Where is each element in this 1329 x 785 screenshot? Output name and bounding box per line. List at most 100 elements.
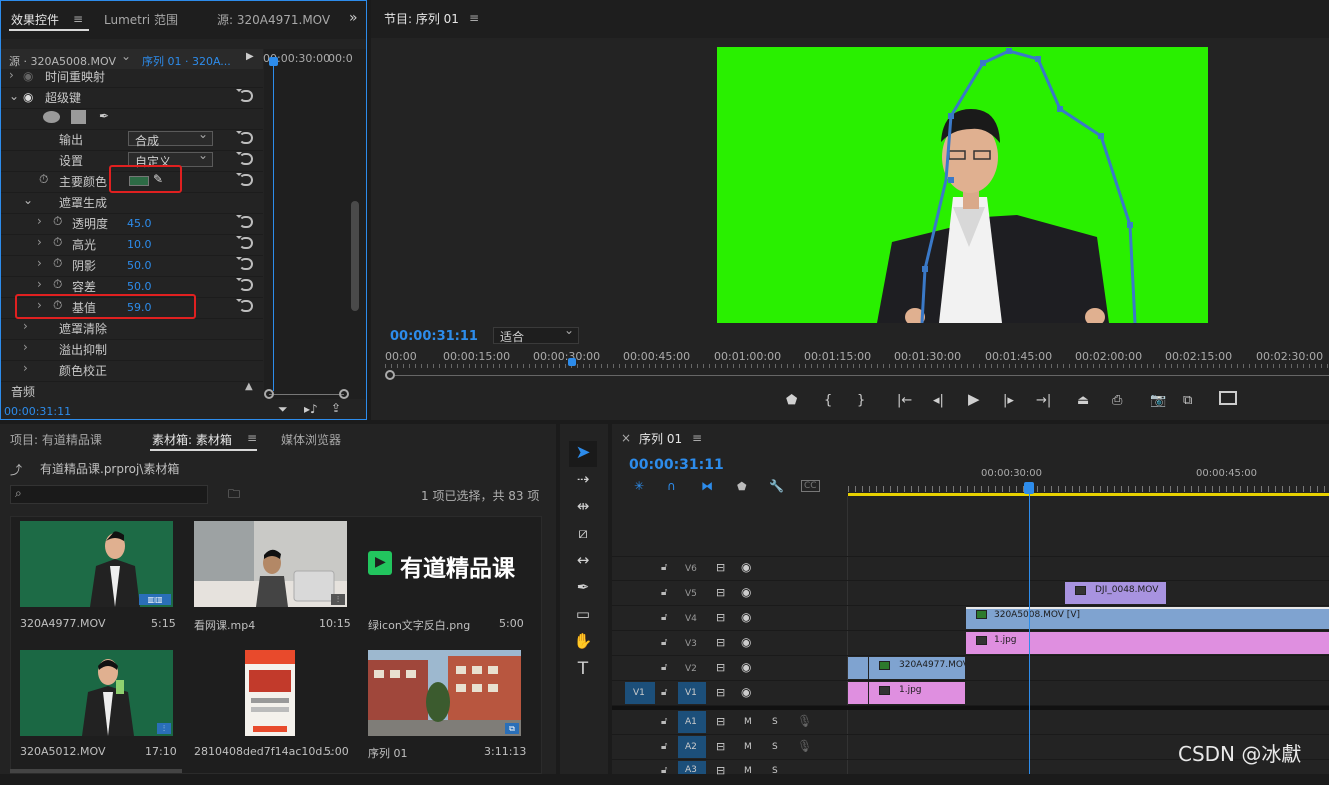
row-shadow[interactable]: › ⏱ 阴影 50.0 [1, 256, 263, 277]
pen-mask-icon[interactable]: ✒ [99, 109, 109, 123]
program-zoom-handle[interactable] [385, 370, 395, 380]
solo-button[interactable]: S [772, 766, 778, 776]
eye-icon[interactable]: ◉ [741, 660, 751, 674]
effect-controls-scrollbar[interactable] [351, 201, 359, 311]
export-icon[interactable]: ⇪ [331, 401, 341, 415]
program-timecode[interactable]: 00:00:31:11 [390, 329, 478, 344]
tab-source-monitor[interactable]: 源: 320A4971.MOV [217, 11, 330, 28]
clip-v5[interactable]: DJI_0048.MOV [1065, 582, 1166, 604]
panel-menu-icon[interactable]: ≡ [247, 431, 257, 445]
eye-icon[interactable]: ◉ [741, 585, 751, 599]
lock-icon[interactable]: 🔓︎ [661, 637, 667, 648]
program-video-frame[interactable] [717, 47, 1208, 323]
sync-lock-icon[interactable]: ⊟ [716, 611, 725, 624]
mute-button[interactable]: M [744, 742, 752, 752]
lock-icon[interactable]: 🔓︎ [661, 562, 667, 573]
row-matte-generation[interactable]: ⌄ 遮罩生成 [1, 193, 263, 214]
sync-lock-icon[interactable]: ⊟ [716, 740, 725, 753]
razor-tool-icon[interactable]: ⧄ [570, 524, 596, 548]
rectangle-mask-icon[interactable] [71, 110, 86, 124]
search-input[interactable]: ⌕ [10, 485, 208, 504]
filter-icon[interactable]: ⏷ [278, 402, 288, 417]
reset-icon[interactable] [236, 278, 253, 291]
captions-icon[interactable]: CC [801, 480, 820, 492]
sync-lock-icon[interactable]: ⊟ [716, 661, 725, 674]
add-marker-icon[interactable]: ⬟ [737, 480, 747, 493]
sync-lock-icon[interactable]: ⊟ [716, 715, 725, 728]
hand-tool-icon[interactable]: ✋ [570, 632, 596, 656]
step-back-icon[interactable]: ◂| [933, 393, 944, 408]
thumb-item[interactable]: ⫶ [194, 521, 347, 607]
zoom-handle-right[interactable] [339, 389, 349, 399]
fit-select[interactable]: 适合 [493, 323, 579, 344]
eye-icon[interactable]: ◉ [741, 560, 751, 574]
rectangle-tool-icon[interactable]: ▭ [570, 605, 596, 629]
mini-playhead[interactable] [273, 59, 274, 391]
effect-controls-timecode[interactable]: 00:00:31:11 [4, 405, 71, 418]
slip-tool-icon[interactable]: ↔ [570, 551, 596, 575]
chevron-right-icon[interactable]: › [37, 214, 42, 228]
wrench-icon[interactable]: 🔧 [769, 479, 784, 493]
zoom-slider[interactable] [269, 394, 344, 395]
row-audio[interactable]: 音频 ▲ [1, 381, 263, 403]
thumb-item[interactable]: ▶ 有道精品课 [368, 521, 521, 607]
timeline-playhead[interactable] [1029, 490, 1030, 774]
eye-icon[interactable]: ◉ [741, 610, 751, 624]
reset-icon[interactable] [236, 236, 253, 249]
lock-icon[interactable]: 🔓︎ [661, 687, 667, 698]
mark-out-icon[interactable]: } [857, 393, 865, 408]
microphone-icon[interactable]: 🎙︎ [797, 739, 812, 753]
transparency-value[interactable]: 45.0 [127, 217, 152, 230]
audio-play-icon[interactable]: ▸♪ [304, 402, 318, 416]
stopwatch-icon[interactable]: ⏱ [53, 214, 62, 229]
row-ultra-key[interactable]: ⌄ ◉ 超级键 [1, 88, 263, 109]
sync-lock-icon[interactable]: ⊟ [716, 586, 725, 599]
tab-effect-controls[interactable]: 效果控件 [11, 11, 59, 28]
overflow-tabs-icon[interactable]: » [349, 10, 358, 26]
new-bin-icon[interactable]: 🗀 [228, 485, 240, 506]
row-matte-cleanup[interactable]: › 遮罩清除 [1, 319, 263, 340]
type-tool-icon[interactable]: T [570, 659, 596, 683]
close-tab-icon[interactable]: × [621, 431, 631, 445]
vr-video-icon[interactable] [1219, 391, 1237, 405]
eye-icon[interactable]: ◉ [741, 635, 751, 649]
row-spill-suppression[interactable]: › 溢出抑制 [1, 340, 263, 361]
thumb-item[interactable]: ▥▥ [20, 521, 173, 607]
step-forward-icon[interactable]: |▸ [1003, 393, 1014, 408]
zoom-handle-left[interactable] [264, 389, 274, 399]
folder-up-icon[interactable]: ⤴ [10, 461, 22, 478]
reset-icon[interactable] [236, 257, 253, 270]
reset-icon[interactable] [236, 152, 253, 165]
panel-menu-icon[interactable]: ≡ [73, 12, 83, 26]
tab-bin[interactable]: 素材箱: 素材箱 [152, 431, 232, 448]
camera-icon[interactable]: 📷 [1150, 393, 1166, 408]
sync-lock-icon[interactable]: ⊟ [716, 561, 725, 574]
program-playhead[interactable] [568, 358, 576, 366]
tab-program-monitor[interactable]: 节目: 序列 01 [384, 10, 459, 27]
clip-v2-pre[interactable] [848, 657, 868, 679]
clip-v4[interactable]: 320A5008.MOV [V] [966, 607, 1329, 629]
shadow-value[interactable]: 50.0 [127, 259, 152, 272]
play-only-icon[interactable]: ▶ [246, 51, 254, 62]
reset-icon[interactable] [236, 299, 253, 312]
reset-icon[interactable] [236, 215, 253, 228]
microphone-icon[interactable]: 🎙︎ [797, 714, 812, 728]
tab-sequence[interactable]: 序列 01 [639, 430, 682, 447]
linked-selection-icon[interactable]: ⧓ [701, 479, 713, 493]
reset-icon[interactable] [236, 89, 253, 102]
project-scrollbar[interactable] [10, 769, 182, 773]
mute-button[interactable]: M [744, 766, 752, 776]
stopwatch-icon[interactable]: ⏱ [39, 172, 48, 187]
sync-lock-icon[interactable]: ⊟ [716, 764, 725, 777]
stopwatch-icon[interactable]: ⏱ [53, 256, 62, 271]
stopwatch-icon[interactable]: ⏱ [53, 277, 62, 292]
lock-icon[interactable]: 🔓︎ [661, 741, 667, 752]
thumb-item[interactable] [194, 650, 347, 736]
sync-lock-icon[interactable]: ⊟ [716, 686, 725, 699]
eye-icon[interactable]: ◉ [23, 90, 33, 104]
eye-icon[interactable]: ◉ [741, 685, 751, 699]
chevron-down-icon[interactable]: ⌄ [23, 193, 33, 207]
play-icon[interactable]: ▶ [968, 390, 980, 408]
work-area-bar[interactable] [848, 493, 1329, 496]
clip-v1[interactable]: 1.jpg [869, 682, 965, 704]
